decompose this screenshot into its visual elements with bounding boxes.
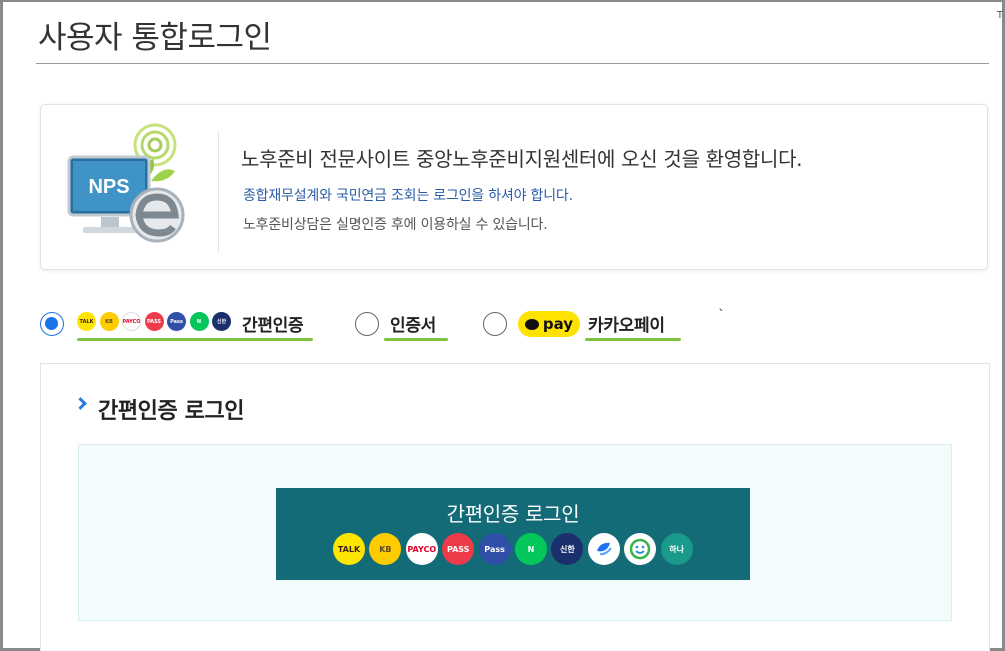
samsung-pass-icon: Pass (167, 312, 186, 331)
certificate-label[interactable]: 인증서 (390, 311, 436, 336)
login-button-label: 간편인증 로그인 (446, 502, 580, 526)
kakaopay-badge: pay (518, 311, 580, 337)
payco-icon: PAYCO (405, 533, 438, 565)
certificate-radio[interactable] (355, 312, 379, 336)
kakaopay-pill-text: pay (542, 315, 574, 333)
kakaopay-radio[interactable] (483, 312, 507, 336)
kakaopay-label[interactable]: 카카오페이 (588, 311, 665, 336)
shinhan-icon: 신한 (212, 312, 231, 331)
stray-mark: ` (718, 308, 725, 324)
title-divider (36, 63, 989, 64)
nps-logo: NPS (67, 123, 185, 243)
pass-icon: PASS (442, 533, 475, 565)
simple-auth-radio[interactable] (40, 312, 64, 336)
toss-icon (587, 533, 620, 565)
kb-icon: KB (99, 312, 119, 331)
simple-auth-label[interactable]: 간편인증 (242, 311, 304, 336)
page-title: 사용자 통합로그인 (38, 20, 272, 56)
welcome-notice-login: 종합재무설계와 국민연금 조회는 로그인을 하셔야 합니다. (243, 188, 573, 204)
samsung-pass-icon: Pass (478, 533, 511, 565)
naver-icon: N (515, 533, 547, 565)
kakao-bubble-icon (524, 318, 539, 330)
section-title: 간편인증 로그인 (74, 393, 245, 425)
welcome-heading: 노후준비 전문사이트 중앙노후준비지원센터에 오신 것을 환영합니다. (241, 147, 803, 171)
welcome-notice-verify: 노후준비상담은 실명인증 후에 이용하실 수 있습니다. (243, 217, 548, 233)
certificate-underline (384, 338, 448, 341)
section-title-text: 간편인증 로그인 (98, 399, 245, 424)
naver-icon: N (189, 312, 209, 331)
smile-auth-icon (624, 533, 657, 565)
welcome-box: NPS 노후준비 전문사이트 중앙노후준비지원센터에 오신 것을 환영합니다. … (40, 104, 988, 270)
hana-icon: 하나 (660, 533, 693, 565)
simple-auth-underline (77, 338, 313, 341)
welcome-divider (218, 131, 219, 253)
payco-icon: PAYCO (122, 312, 141, 331)
corner-text: T (996, 10, 1003, 21)
pass-icon: PASS (144, 312, 164, 331)
kakao-talk-icon: TALK (77, 312, 96, 331)
kakao-talk-icon: TALK (333, 533, 365, 565)
nps-logo-text: NPS (88, 176, 129, 198)
kakaopay-underline (585, 338, 681, 341)
